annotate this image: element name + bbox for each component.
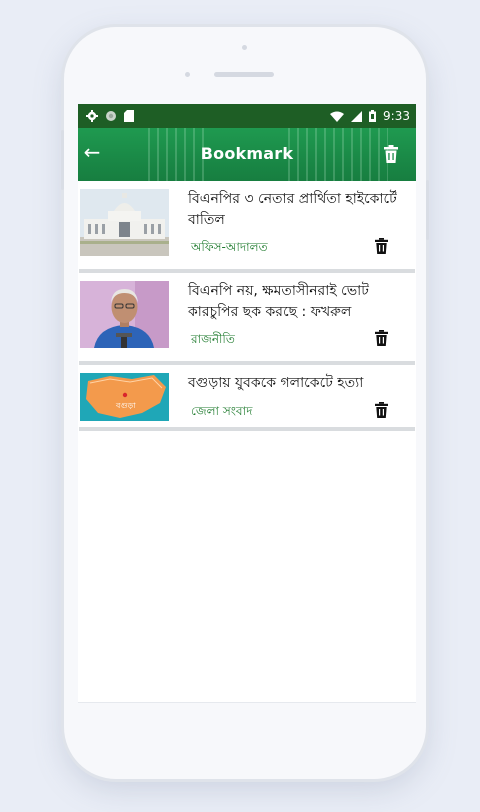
- front-sensor: [242, 45, 247, 50]
- screen-bottom-edge: [78, 702, 416, 703]
- delete-icon[interactable]: [375, 238, 388, 254]
- sync-icon: [106, 111, 116, 121]
- bookmark-headline: বিএনপির ৩ নেতার প্রার্থিতা হাইকোর্টে বাত…: [188, 191, 397, 228]
- bookmark-headline: বগুড়ায় যুবককে গলাকেটে হত্যা: [188, 375, 364, 391]
- app-screen: 9:33 ← Bookmark বিএনপির ৩ নেতার প্রার্থি…: [78, 104, 416, 702]
- status-bar: 9:33: [78, 104, 416, 128]
- earpiece-speaker: [214, 72, 274, 77]
- bogura-map-image: বগুড়া: [80, 373, 169, 421]
- sd-card-icon: [124, 110, 134, 122]
- status-time: 9:33: [383, 109, 410, 123]
- bookmark-item[interactable]: বিএনপি নয়, ক্ষমতাসীনরাই ভোট কারচুপির ছক…: [79, 281, 415, 365]
- delete-all-icon[interactable]: [384, 145, 398, 163]
- bookmark-category: অফিস-আদালত: [191, 240, 268, 254]
- wifi-icon: [330, 111, 345, 122]
- front-camera: [185, 72, 190, 77]
- battery-icon: [369, 110, 377, 122]
- bookmark-headline: বিএনপি নয়, ক্ষমতাসীনরাই ভোট কারচুপির ছক…: [188, 283, 369, 320]
- bookmark-item[interactable]: বগুড়া বগুড়ায় যুবককে গলাকেটে হত্যা জেল…: [79, 373, 415, 431]
- page-title: Bookmark: [200, 144, 294, 163]
- bookmark-category: রাজনীতি: [191, 332, 235, 346]
- bookmark-item[interactable]: বিএনপির ৩ নেতার প্রার্থিতা হাইকোর্টে বাত…: [79, 189, 415, 273]
- volume-button: [61, 130, 64, 190]
- map-label: বগুড়া: [116, 401, 136, 410]
- bookmark-list: বিএনপির ৩ নেতার প্রার্থিতা হাইকোর্টে বাত…: [78, 181, 416, 431]
- speaker-portrait-image: [80, 281, 169, 348]
- settings-icon: [86, 110, 98, 122]
- signal-icon: [351, 110, 363, 122]
- delete-icon[interactable]: [375, 330, 388, 346]
- power-button: [426, 180, 429, 240]
- bookmark-category: জেলা সংবাদ: [191, 404, 253, 418]
- app-bar: ← Bookmark: [78, 128, 416, 181]
- court-building-image: [80, 189, 169, 256]
- delete-icon[interactable]: [375, 402, 388, 418]
